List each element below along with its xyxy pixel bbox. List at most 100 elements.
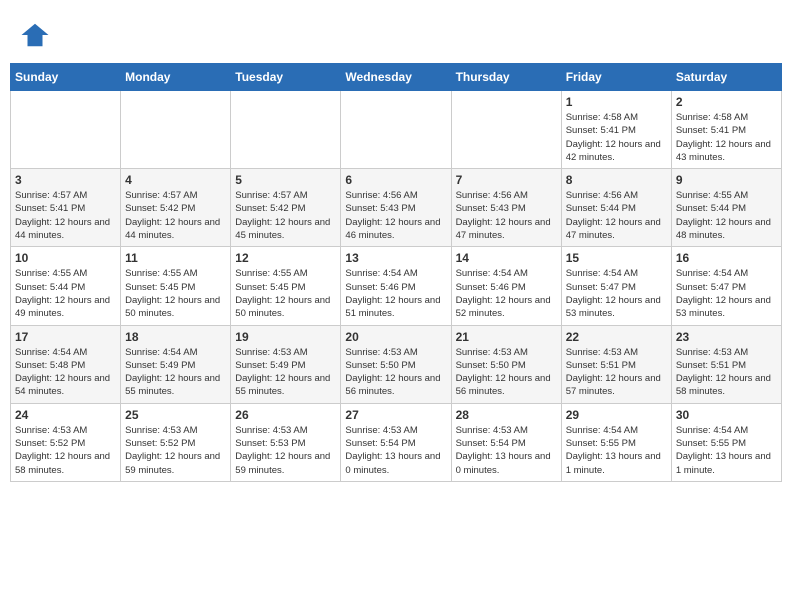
day-number: 18 (125, 330, 226, 344)
day-number: 2 (676, 95, 777, 109)
calendar-weekday-header: Monday (121, 64, 231, 91)
day-number: 10 (15, 251, 116, 265)
day-number: 27 (345, 408, 446, 422)
calendar-cell: 12 Sunrise: 4:55 AM Sunset: 5:45 PM Dayli… (231, 247, 341, 325)
day-number: 6 (345, 173, 446, 187)
day-info: Sunrise: 4:53 AM Sunset: 5:52 PM Dayligh… (15, 424, 116, 477)
calendar-cell: 1Sunrise: 4:58 AM Sunset: 5:41 PM Daylig… (561, 91, 671, 169)
day-info: Sunrise: 4:56 AM Sunset: 5:44 PM Dayligh… (566, 189, 667, 242)
day-info: Sunrise: 4:54 AM Sunset: 5:46 PM Dayligh… (456, 267, 557, 320)
calendar-cell (11, 91, 121, 169)
calendar-cell: 4 Sunrise: 4:57 AM Sunset: 5:42 PM Daylig… (121, 169, 231, 247)
calendar-cell: 6 Sunrise: 4:56 AM Sunset: 5:43 PM Daylig… (341, 169, 451, 247)
day-number: 12 (235, 251, 336, 265)
calendar-week-row: 3 Sunrise: 4:57 AM Sunset: 5:41 PM Daylig… (11, 169, 782, 247)
calendar-cell: 16 Sunrise: 4:54 AM Sunset: 5:47 PM Dayli… (671, 247, 781, 325)
calendar-weekday-header: Friday (561, 64, 671, 91)
day-info: Sunrise: 4:55 AM Sunset: 5:45 PM Dayligh… (235, 267, 336, 320)
day-number: 28 (456, 408, 557, 422)
day-info: Sunrise: 4:57 AM Sunset: 5:42 PM Dayligh… (125, 189, 226, 242)
day-number: 21 (456, 330, 557, 344)
calendar-cell: 7 Sunrise: 4:56 AM Sunset: 5:43 PM Daylig… (451, 169, 561, 247)
calendar-cell: 26 Sunrise: 4:53 AM Sunset: 5:53 PM Dayli… (231, 403, 341, 481)
day-info: Sunrise: 4:53 AM Sunset: 5:49 PM Dayligh… (235, 346, 336, 399)
day-info: Sunrise: 4:55 AM Sunset: 5:44 PM Dayligh… (15, 267, 116, 320)
calendar-cell: 27 Sunrise: 4:53 AM Sunset: 5:54 PM Dayli… (341, 403, 451, 481)
calendar-cell (121, 91, 231, 169)
day-number: 3 (15, 173, 116, 187)
day-number: 24 (15, 408, 116, 422)
calendar-table: SundayMondayTuesdayWednesdayThursdayFrid… (10, 63, 782, 482)
day-info: Sunrise: 4:53 AM Sunset: 5:50 PM Dayligh… (345, 346, 446, 399)
day-info: Sunrise: 4:53 AM Sunset: 5:52 PM Dayligh… (125, 424, 226, 477)
day-info: Sunrise: 4:54 AM Sunset: 5:47 PM Dayligh… (676, 267, 777, 320)
calendar-week-row: 10 Sunrise: 4:55 AM Sunset: 5:44 PM Dayli… (11, 247, 782, 325)
day-number: 8 (566, 173, 667, 187)
day-info: Sunrise: 4:53 AM Sunset: 5:54 PM Dayligh… (345, 424, 446, 477)
day-number: 9 (676, 173, 777, 187)
calendar-cell: 2 Sunrise: 4:58 AM Sunset: 5:41 PM Daylig… (671, 91, 781, 169)
day-number: 16 (676, 251, 777, 265)
day-number: 14 (456, 251, 557, 265)
day-info: Sunrise: 4:54 AM Sunset: 5:55 PM Dayligh… (566, 424, 667, 477)
day-number: 26 (235, 408, 336, 422)
day-number: 25 (125, 408, 226, 422)
calendar-weekday-header: Tuesday (231, 64, 341, 91)
calendar-week-row: 24 Sunrise: 4:53 AM Sunset: 5:52 PM Dayli… (11, 403, 782, 481)
calendar-cell (451, 91, 561, 169)
calendar-cell: 25 Sunrise: 4:53 AM Sunset: 5:52 PM Dayli… (121, 403, 231, 481)
day-number: 4 (125, 173, 226, 187)
day-number: 20 (345, 330, 446, 344)
calendar-cell: 28 Sunrise: 4:53 AM Sunset: 5:54 PM Dayli… (451, 403, 561, 481)
day-info: Sunrise: 4:57 AM Sunset: 5:41 PM Dayligh… (15, 189, 116, 242)
day-info: Sunrise: 4:55 AM Sunset: 5:44 PM Dayligh… (676, 189, 777, 242)
calendar-cell: 9 Sunrise: 4:55 AM Sunset: 5:44 PM Daylig… (671, 169, 781, 247)
calendar-weekday-header: Saturday (671, 64, 781, 91)
day-info: Sunrise: 4:53 AM Sunset: 5:54 PM Dayligh… (456, 424, 557, 477)
day-number: 17 (15, 330, 116, 344)
day-number: 7 (456, 173, 557, 187)
calendar-cell (341, 91, 451, 169)
calendar-cell: 15 Sunrise: 4:54 AM Sunset: 5:47 PM Dayli… (561, 247, 671, 325)
calendar-cell: 11 Sunrise: 4:55 AM Sunset: 5:45 PM Dayli… (121, 247, 231, 325)
day-info: Sunrise: 4:53 AM Sunset: 5:50 PM Dayligh… (456, 346, 557, 399)
calendar-cell: 23 Sunrise: 4:53 AM Sunset: 5:51 PM Dayli… (671, 325, 781, 403)
logo-icon (20, 20, 50, 50)
calendar-weekday-header: Sunday (11, 64, 121, 91)
calendar-weekday-header: Thursday (451, 64, 561, 91)
calendar-week-row: 17Sunrise: 4:54 AM Sunset: 5:48 PM Dayli… (11, 325, 782, 403)
day-number: 13 (345, 251, 446, 265)
calendar-cell: 20 Sunrise: 4:53 AM Sunset: 5:50 PM Dayli… (341, 325, 451, 403)
calendar-cell: 5 Sunrise: 4:57 AM Sunset: 5:42 PM Daylig… (231, 169, 341, 247)
day-info: Sunrise: 4:54 AM Sunset: 5:47 PM Dayligh… (566, 267, 667, 320)
calendar-cell: 10 Sunrise: 4:55 AM Sunset: 5:44 PM Dayli… (11, 247, 121, 325)
day-info: Sunrise: 4:53 AM Sunset: 5:51 PM Dayligh… (676, 346, 777, 399)
day-info: Sunrise: 4:55 AM Sunset: 5:45 PM Dayligh… (125, 267, 226, 320)
day-number: 5 (235, 173, 336, 187)
day-info: Sunrise: 4:54 AM Sunset: 5:46 PM Dayligh… (345, 267, 446, 320)
day-info: Sunrise: 4:56 AM Sunset: 5:43 PM Dayligh… (456, 189, 557, 242)
calendar-cell: 21 Sunrise: 4:53 AM Sunset: 5:50 PM Dayli… (451, 325, 561, 403)
day-number: 19 (235, 330, 336, 344)
day-info: Sunrise: 4:57 AM Sunset: 5:42 PM Dayligh… (235, 189, 336, 242)
logo (20, 20, 52, 50)
calendar-cell: 30Sunrise: 4:54 AM Sunset: 5:55 PM Dayli… (671, 403, 781, 481)
calendar-cell: 3 Sunrise: 4:57 AM Sunset: 5:41 PM Daylig… (11, 169, 121, 247)
day-info: Sunrise: 4:58 AM Sunset: 5:41 PM Dayligh… (566, 111, 667, 164)
page-header (10, 10, 782, 55)
calendar-cell: 17Sunrise: 4:54 AM Sunset: 5:48 PM Dayli… (11, 325, 121, 403)
day-info: Sunrise: 4:53 AM Sunset: 5:51 PM Dayligh… (566, 346, 667, 399)
day-number: 30 (676, 408, 777, 422)
calendar-cell: 13 Sunrise: 4:54 AM Sunset: 5:46 PM Dayli… (341, 247, 451, 325)
calendar-weekday-header: Wednesday (341, 64, 451, 91)
day-info: Sunrise: 4:58 AM Sunset: 5:41 PM Dayligh… (676, 111, 777, 164)
day-number: 15 (566, 251, 667, 265)
calendar-cell: 14 Sunrise: 4:54 AM Sunset: 5:46 PM Dayli… (451, 247, 561, 325)
day-number: 11 (125, 251, 226, 265)
day-info: Sunrise: 4:56 AM Sunset: 5:43 PM Dayligh… (345, 189, 446, 242)
day-number: 23 (676, 330, 777, 344)
day-info: Sunrise: 4:53 AM Sunset: 5:53 PM Dayligh… (235, 424, 336, 477)
calendar-cell: 8 Sunrise: 4:56 AM Sunset: 5:44 PM Daylig… (561, 169, 671, 247)
calendar-cell: 22Sunrise: 4:53 AM Sunset: 5:51 PM Dayli… (561, 325, 671, 403)
calendar-cell (231, 91, 341, 169)
